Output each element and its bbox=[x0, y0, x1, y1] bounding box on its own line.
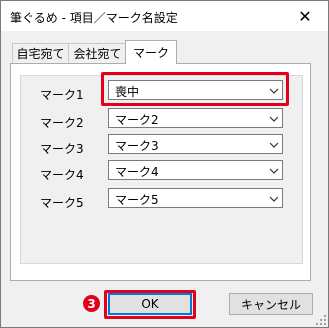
mark2-value: マーク2 bbox=[115, 113, 159, 127]
ok-button[interactable]: OK bbox=[108, 293, 192, 315]
mark3-label: マーク3 bbox=[40, 142, 84, 156]
window-title: 筆ぐるめ - 項目／マーク名設定 bbox=[10, 11, 178, 25]
mark4-label: マーク4 bbox=[40, 168, 84, 182]
cancel-button[interactable]: キャンセル bbox=[229, 293, 313, 315]
mark4-select[interactable]: マーク4 bbox=[108, 160, 283, 180]
step-badge: 3 bbox=[83, 295, 100, 312]
tab-company-label: 会社宛て bbox=[73, 47, 122, 61]
mark5-value: マーク5 bbox=[115, 193, 159, 207]
resize-grip-icon[interactable] bbox=[315, 314, 327, 326]
mark4-value: マーク4 bbox=[115, 165, 159, 179]
mark3-value: マーク3 bbox=[115, 139, 159, 153]
chevron-down-icon bbox=[269, 168, 279, 174]
mark1-highlight-box bbox=[101, 72, 289, 106]
mark5-select[interactable]: マーク5 bbox=[108, 188, 283, 208]
mark3-select[interactable]: マーク3 bbox=[108, 134, 283, 154]
tab-home-label: 自宅宛て bbox=[16, 47, 65, 61]
mark5-label: マーク5 bbox=[40, 196, 84, 210]
mark2-select[interactable]: マーク2 bbox=[108, 108, 283, 128]
chevron-down-icon bbox=[269, 196, 279, 202]
chevron-down-icon bbox=[269, 142, 279, 148]
chevron-down-icon bbox=[269, 116, 279, 122]
mark1-label: マーク1 bbox=[40, 88, 84, 102]
tab-company[interactable]: 会社宛て bbox=[68, 43, 127, 63]
tab-home[interactable]: 自宅宛て bbox=[12, 43, 69, 63]
title-bar: 筆ぐるめ - 項目／マーク名設定 ✕ bbox=[1, 1, 328, 31]
tab-mark[interactable]: マーク bbox=[125, 40, 177, 64]
tab-mark-label: マーク bbox=[132, 46, 169, 60]
close-button[interactable]: ✕ bbox=[282, 1, 328, 31]
mark2-label: マーク2 bbox=[40, 116, 84, 130]
